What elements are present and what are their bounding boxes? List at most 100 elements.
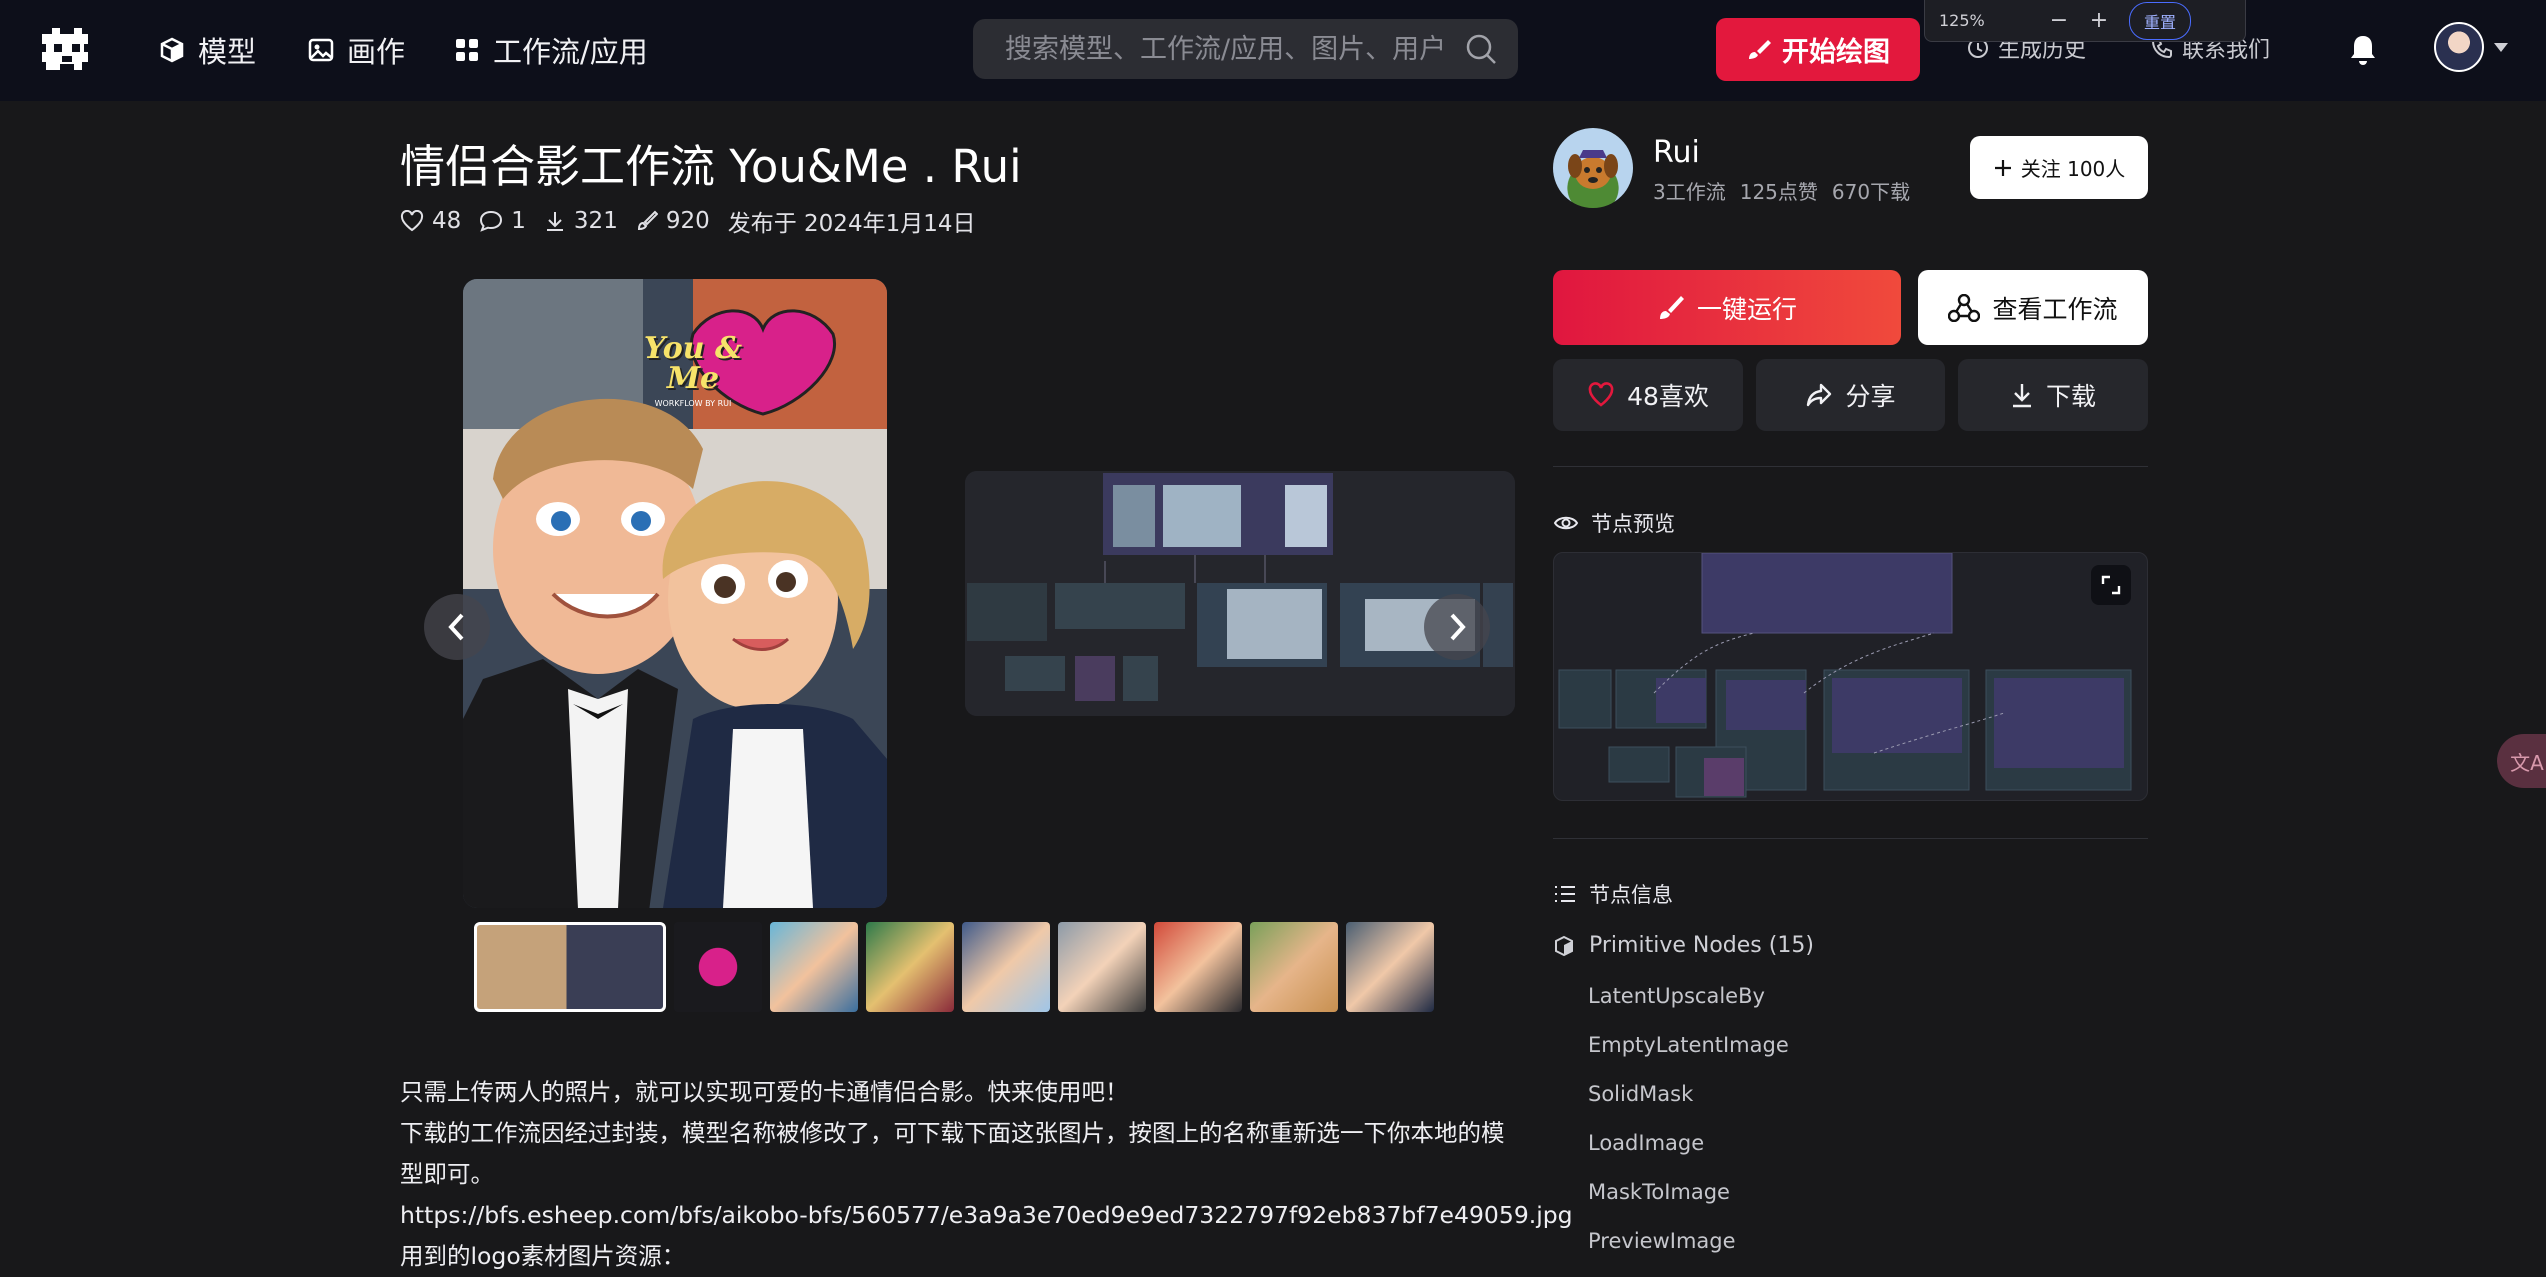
thumbnail-couple-4[interactable] <box>1058 922 1146 1012</box>
node-info-title: 节点信息 <box>1589 883 1673 907</box>
share-button[interactable]: 分享 <box>1756 359 1945 431</box>
like-label: 48喜欢 <box>1627 382 1709 411</box>
share-label: 分享 <box>1845 382 1896 411</box>
nav-artworks[interactable]: 画作 <box>307 28 405 72</box>
node-preview-title: 节点预览 <box>1591 512 1675 536</box>
cube-icon <box>1555 935 1573 956</box>
cube-icon <box>160 37 184 63</box>
description-link[interactable]: https://bfs.esheep.com/bfs/aikobo-bfs/56… <box>400 1195 1573 1236</box>
workflow-graph-illustration <box>965 471 1515 716</box>
node-item[interactable]: PreviewImage <box>1588 1228 1789 1277</box>
node-list: LatentUpscaleBy EmptyLatentImage SolidMa… <box>1588 983 1789 1277</box>
primitive-nodes-label: Primitive Nodes (15) <box>1589 933 1814 958</box>
heart-icon <box>1588 382 1614 407</box>
likes-stat: 48 <box>400 208 461 234</box>
sheep-logo-icon[interactable] <box>38 20 96 78</box>
divider <box>1553 838 2148 839</box>
expand-icon <box>2101 575 2121 595</box>
author-like-count: 125点赞 <box>1739 180 1818 204</box>
plus-icon <box>1994 159 2011 176</box>
zoom-out-button[interactable]: − <box>2039 8 2079 33</box>
thumbnail-you-me-logo[interactable] <box>674 922 762 1012</box>
published-date: 发布于 2024年1月14日 <box>727 211 976 237</box>
zoom-reset-button[interactable]: 重置 <box>2129 1 2192 40</box>
downloads-count: 321 <box>573 208 618 234</box>
you-and-me-logo: You & Me <box>643 331 743 396</box>
nav-models[interactable]: 模型 <box>158 28 256 72</box>
chevron-down-icon[interactable] <box>2494 43 2508 52</box>
share-icon <box>1807 383 1832 407</box>
author-meta: 3工作流 125点赞 670下载 <box>1653 176 1910 205</box>
list-icon <box>1555 886 1575 902</box>
description-line-1: 只需上传两人的照片，就可以实现可爱的卡通情侣合影。快来使用吧！ <box>400 1078 1129 1106</box>
image-icon <box>308 38 334 62</box>
thumbnail-couple-6[interactable] <box>1250 922 1338 1012</box>
search-icon[interactable] <box>1464 32 1498 66</box>
heart-icon <box>400 210 424 232</box>
thumbnail-couple-5[interactable] <box>1154 922 1242 1012</box>
nav-models-label: 模型 <box>198 35 257 69</box>
primitive-nodes-category[interactable]: Primitive Nodes (15) <box>1553 933 1814 958</box>
bell-icon[interactable] <box>2348 34 2378 66</box>
thumbnail-strip <box>474 922 1434 1012</box>
author-name[interactable]: Rui <box>1653 135 1700 170</box>
dog-avatar-illustration <box>1568 150 1618 189</box>
nav-workflows[interactable]: 工作流/应用 <box>453 28 648 72</box>
thumbnail-couple-2[interactable] <box>866 922 954 1012</box>
node-item[interactable]: MaskToImage <box>1588 1179 1789 1228</box>
workflow-description: 只需上传两人的照片，就可以实现可爱的卡通情侣合影。快来使用吧！ 下载的工作流因经… <box>400 1072 1573 1277</box>
workflow-graph-image[interactable] <box>965 471 1515 716</box>
author-avatar[interactable] <box>1553 128 1633 208</box>
nav-artworks-label: 画作 <box>347 35 406 69</box>
thumbnail-couple-1[interactable] <box>770 922 858 1012</box>
node-item[interactable]: LoadImage <box>1588 1130 1789 1179</box>
zoom-in-button[interactable]: + <box>2079 8 2119 33</box>
one-click-run-button[interactable]: 一键运行 <box>1553 270 1901 345</box>
workflow-stats: 48 1 321 920 发布于 2024年1月14日 <box>400 204 975 238</box>
description-line-2: 下载的工作流因经过封装，模型名称被修改了，可下载下面这张图片，按图上的名称重新选… <box>400 1119 1505 1188</box>
thumbnail-workflow-overview[interactable] <box>474 922 666 1012</box>
translate-button[interactable]: 文A <box>2497 734 2546 788</box>
comment-icon <box>480 210 503 232</box>
zoom-level: 125% <box>1939 11 1985 30</box>
nav-workflows-label: 工作流/应用 <box>493 35 648 69</box>
previous-image-button[interactable] <box>424 594 490 660</box>
downloads-stat: 321 <box>544 208 618 234</box>
description-line-4: 用到的logo素材图片资源： <box>400 1242 686 1270</box>
follow-label: 关注 100人 <box>2020 157 2126 181</box>
search-input[interactable] <box>1005 33 1464 65</box>
comments-stat: 1 <box>479 208 526 234</box>
paintbrush-icon <box>1659 295 1684 319</box>
user-avatar[interactable] <box>2434 22 2484 72</box>
search-box <box>973 19 1518 79</box>
follow-button[interactable]: 关注 100人 <box>1970 136 2148 199</box>
download-label: 下载 <box>2045 382 2096 411</box>
like-button[interactable]: 48喜欢 <box>1553 359 1743 431</box>
download-button[interactable]: 下载 <box>1958 359 2148 431</box>
node-item[interactable]: LatentUpscaleBy <box>1588 983 1789 1032</box>
thumbnail-couple-3[interactable] <box>962 922 1050 1012</box>
node-info-heading: 节点信息 <box>1553 879 1673 909</box>
paintbrush-icon <box>637 210 658 231</box>
node-preview-panel[interactable] <box>1553 552 2148 801</box>
start-drawing-label: 开始绘图 <box>1782 37 1890 68</box>
chevron-right-icon <box>1450 613 1466 641</box>
grid-icon <box>456 39 478 61</box>
zoom-popup: 125% − + 重置 <box>1924 0 2246 42</box>
view-workflow-label: 查看工作流 <box>1992 294 2118 324</box>
node-item[interactable]: SolidMask <box>1588 1081 1789 1130</box>
top-bar: 模型 画作 工作流/应用 开始绘图 生成历史 联系我们 125% − + 重置 <box>0 0 2546 101</box>
start-drawing-button[interactable]: 开始绘图 <box>1716 18 1920 81</box>
thumbnail-couple-7[interactable] <box>1346 922 1434 1012</box>
node-graph-minimap <box>1558 553 2132 798</box>
main-cover-image[interactable]: You & Me WORKFLOW BY RUI <box>463 279 887 908</box>
expand-button[interactable] <box>2091 565 2131 605</box>
translate-icon: 文A <box>2510 750 2544 775</box>
author-workflow-count: 3工作流 <box>1653 180 1726 204</box>
node-item[interactable]: EmptyLatentImage <box>1588 1032 1789 1081</box>
view-workflow-button[interactable]: 查看工作流 <box>1918 270 2148 345</box>
workflow-title: 情侣合影工作流 You&Me . Rui <box>400 140 1022 193</box>
workflow-nodes-icon <box>1948 293 1981 322</box>
next-image-button[interactable] <box>1424 594 1490 660</box>
comments-count: 1 <box>511 208 526 234</box>
